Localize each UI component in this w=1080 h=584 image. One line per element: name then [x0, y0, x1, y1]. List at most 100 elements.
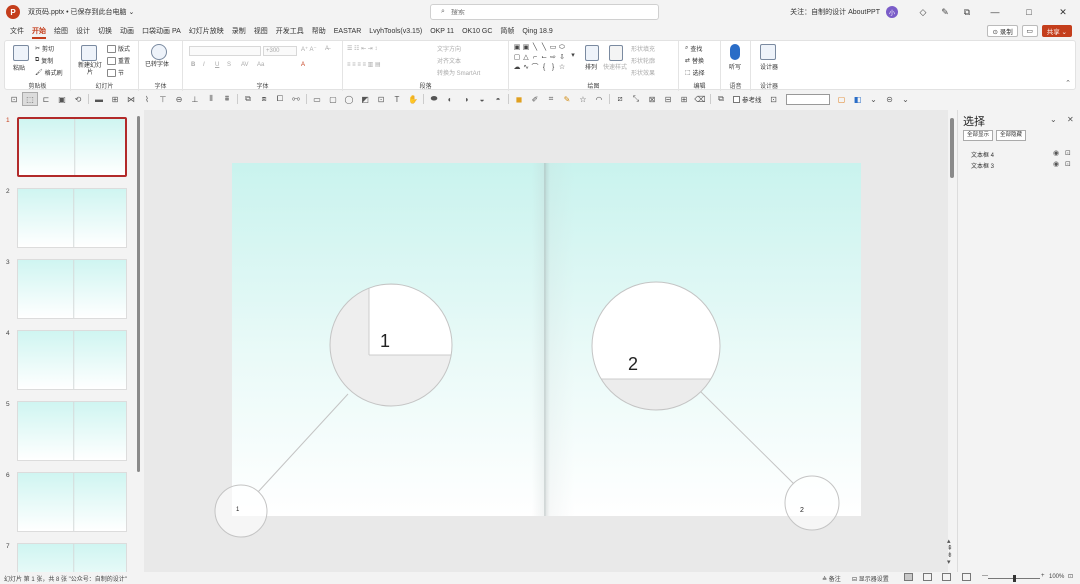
- avatar[interactable]: 小: [886, 6, 898, 18]
- qat-text-icon[interactable]: T: [389, 92, 405, 106]
- eye-icon[interactable]: ◉: [1053, 160, 1059, 168]
- canvas-scroll-arrows[interactable]: ▴ ⇞ ⇟ ▾: [947, 538, 953, 566]
- qat-format-painter-icon[interactable]: ⌗: [543, 92, 559, 106]
- guides-checkbox[interactable]: 参考线: [733, 94, 762, 104]
- slide-thumbnail[interactable]: [17, 117, 127, 177]
- qat-chevron-down-icon[interactable]: ⌄: [866, 92, 882, 106]
- shape-outline-button[interactable]: 形状轮廓: [631, 56, 655, 65]
- shape-fill-button[interactable]: 形状填充: [631, 44, 655, 53]
- designer-button[interactable]: 设计器: [760, 62, 778, 71]
- font-grow-button[interactable]: A⁺ A⁻: [301, 46, 317, 53]
- zoom-level[interactable]: 100%: [1049, 574, 1064, 580]
- close-button[interactable]: ✕: [1046, 0, 1080, 24]
- qat-align-middle-icon[interactable]: ⊖: [171, 92, 187, 106]
- thumbnail-scrollbar[interactable]: [137, 116, 140, 472]
- tab-okp[interactable]: OKP 11: [426, 24, 458, 39]
- ribbon-collapse-icon[interactable]: ⌃: [1065, 79, 1071, 87]
- qat-rotate-icon[interactable]: ⟲: [70, 92, 86, 106]
- tab-qing[interactable]: Qing 18.9: [518, 24, 556, 39]
- qat-union-icon[interactable]: ⬬: [426, 92, 442, 106]
- qat-value-field[interactable]: [785, 93, 830, 105]
- tab-design[interactable]: 设计: [72, 24, 94, 39]
- document-title[interactable]: 双页码.pptx • 已保存到此台电脑 ⌄: [28, 7, 134, 17]
- search-box[interactable]: ⌕: [430, 4, 659, 20]
- tab-slideshow[interactable]: 幻灯片放映: [185, 24, 228, 39]
- slide-thumbnail[interactable]: [17, 188, 127, 248]
- minimize-button[interactable]: —: [978, 0, 1012, 24]
- tab-pocket-animation[interactable]: 口袋动画 PA: [138, 24, 185, 39]
- slide-thumbnail[interactable]: [17, 472, 127, 532]
- right-arrow-shape-icon[interactable]: ⇨: [549, 54, 557, 61]
- record-button[interactable]: ⊙ 录制: [987, 25, 1018, 37]
- line-shape-icon[interactable]: ╲: [531, 44, 539, 51]
- magnified-spot-1[interactable]: [214, 484, 268, 538]
- qat-align-left-icon[interactable]: ⊏: [38, 92, 54, 106]
- tab-eastar[interactable]: EASTAR: [330, 24, 366, 39]
- clear-format-icon[interactable]: A̶: [325, 46, 329, 52]
- reading-view-icon[interactable]: [942, 573, 951, 581]
- convert-font-button[interactable]: 已转字体: [145, 62, 175, 69]
- qat-shape-fill-icon[interactable]: ◩: [357, 92, 373, 106]
- qat-link-icon[interactable]: ⊝: [882, 92, 898, 106]
- qat-intersect-icon[interactable]: ◒: [474, 92, 490, 106]
- tab-transitions[interactable]: 切换: [94, 24, 116, 39]
- qat-frame-icon[interactable]: ⊟: [660, 92, 676, 106]
- arrow-line-shape-icon[interactable]: ╲: [540, 44, 548, 51]
- tab-lvyhtools[interactable]: LvyhTools(v3.15): [365, 24, 426, 39]
- tab-jianzhen[interactable]: 简帧: [496, 24, 518, 39]
- small-page-number-2[interactable]: 2: [800, 507, 804, 514]
- char-spacing-button[interactable]: AV: [241, 62, 249, 68]
- cut-button[interactable]: ✂ 剪切: [35, 44, 54, 53]
- qat-paint-icon[interactable]: ⌇: [139, 92, 155, 106]
- show-all-button[interactable]: 全部显示: [963, 130, 994, 141]
- arrange-icon[interactable]: [585, 45, 599, 61]
- shapes-gallery[interactable]: ▣ ▣ ╲ ╲ ▭ ⬭ ▢ △ ⌐ ⌙ ⇨ ⇩ ☁ ∿ ⌒ { } ☆ ▾: [513, 44, 577, 78]
- small-page-number-1[interactable]: 1: [236, 507, 239, 513]
- qat-align-top-icon[interactable]: ⊤: [155, 92, 171, 106]
- qat-fill-icon[interactable]: ▬: [91, 92, 107, 106]
- qat-combine-icon[interactable]: ◐: [442, 92, 458, 106]
- restore-icon[interactable]: ⧉: [956, 0, 978, 24]
- oval-shape-icon[interactable]: ⬭: [558, 44, 566, 51]
- hide-all-button[interactable]: 全部隐藏: [996, 130, 1027, 141]
- rect2-shape-icon[interactable]: ▢: [513, 54, 521, 61]
- qat-color-fill-icon[interactable]: ◼: [511, 92, 527, 106]
- zoom-slider[interactable]: [988, 575, 1040, 582]
- slide-thumbnail[interactable]: [17, 401, 127, 461]
- paste-icon[interactable]: [13, 45, 29, 61]
- tab-file[interactable]: 文件: [6, 24, 28, 39]
- bullets-icon[interactable]: ☰ ☷ ⇤ ⇥ ↕: [347, 45, 377, 52]
- magnifier-label-2[interactable]: 2: [628, 354, 638, 375]
- qat-flip-icon[interactable]: ⋈: [123, 92, 139, 106]
- brace-shape-icon[interactable]: }: [549, 64, 557, 71]
- change-case-button[interactable]: Aa: [257, 62, 264, 68]
- dictate-button[interactable]: 听写: [729, 62, 741, 71]
- qat-group-icon[interactable]: ⧉: [240, 92, 256, 106]
- font-size-select[interactable]: +300: [263, 46, 297, 56]
- qat-more-icon[interactable]: ⌄: [898, 92, 914, 106]
- qat-select-icon[interactable]: ⬚: [22, 92, 38, 106]
- star-shape-icon[interactable]: ☆: [558, 64, 566, 71]
- quick-styles-icon[interactable]: [609, 45, 623, 61]
- qat-brush-icon[interactable]: ✎: [559, 92, 575, 106]
- qat-star-icon[interactable]: ☆: [575, 92, 591, 106]
- quick-styles-button[interactable]: 快速样式: [603, 62, 627, 71]
- qat-fill-color-icon[interactable]: ◧: [850, 92, 866, 106]
- selection-item-textbox-3[interactable]: 文本框 3: [971, 161, 994, 170]
- paste-button[interactable]: 粘贴: [13, 63, 25, 72]
- qat-resize-icon[interactable]: ⤡: [628, 92, 644, 106]
- strike-button[interactable]: S: [227, 62, 231, 68]
- zoom-slider-thumb[interactable]: [1012, 575, 1016, 582]
- selection-item-textbox-4[interactable]: 文本框 4: [971, 150, 994, 159]
- search-input[interactable]: [450, 8, 631, 16]
- display-settings-button[interactable]: ⊟ 显示器设置: [852, 574, 889, 583]
- diamond-icon[interactable]: ◇: [912, 0, 934, 24]
- lock-icon[interactable]: ⊡: [1065, 149, 1071, 157]
- guides-checkbox-box[interactable]: [733, 95, 740, 103]
- bracket-shape-icon[interactable]: {: [540, 64, 548, 71]
- qat-distribute-h-icon[interactable]: ⫴: [203, 92, 219, 106]
- qat-crop-icon[interactable]: ⧄: [612, 92, 628, 106]
- qat-outline-color-icon[interactable]: ▢: [834, 92, 850, 106]
- fit-slide-icon[interactable]: ⊡: [1068, 573, 1073, 580]
- qat-eyedropper-icon[interactable]: ✐: [527, 92, 543, 106]
